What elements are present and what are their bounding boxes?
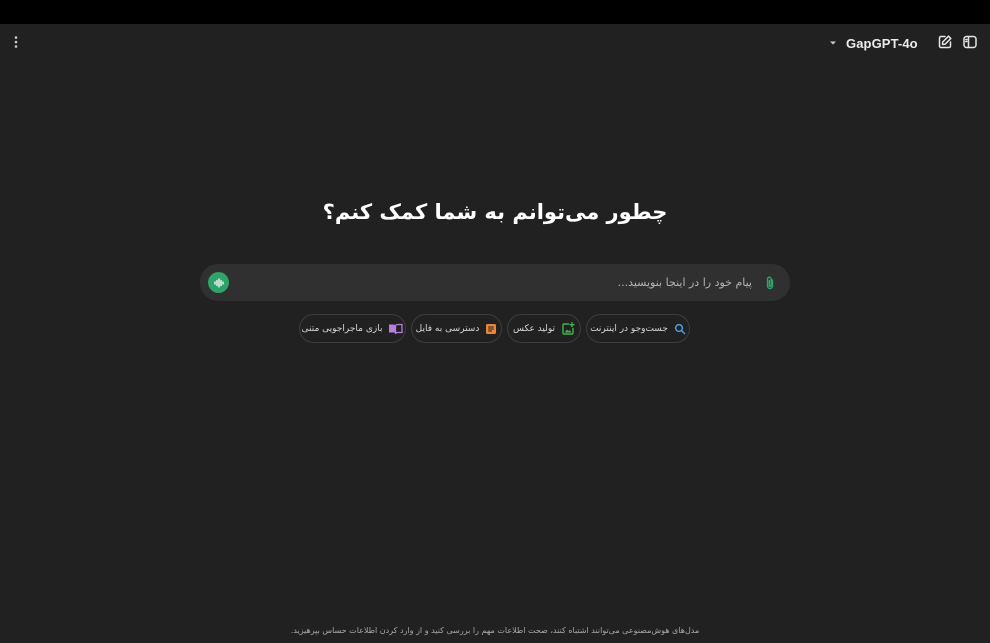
kebab-vertical-icon — [14, 36, 18, 48]
suggestion-text-adventure[interactable]: بازی ماجراجویی متنی — [299, 314, 406, 343]
image-add-icon — [561, 321, 575, 336]
voice-mode-button[interactable] — [208, 272, 229, 293]
model-selector[interactable]: GapGPT-4o — [828, 32, 918, 54]
suggestion-file-access[interactable]: دسترسی به فایل — [411, 314, 502, 343]
voice-waveform-icon — [213, 277, 224, 288]
footer-disclaimer: مدل‌های هوش‌مصنوعی می‌توانند اشتباه کنند… — [290, 626, 700, 635]
suggestion-web-search[interactable]: جست‌وجو در اینترنت — [586, 314, 690, 343]
kebab-menu-button[interactable] — [4, 30, 28, 54]
message-input[interactable] — [240, 270, 752, 295]
suggestion-label: تولید عکس — [513, 323, 556, 334]
model-name: GapGPT-4o — [846, 35, 918, 51]
search-icon — [674, 323, 686, 335]
composer — [200, 264, 790, 301]
chevron-down-icon — [828, 38, 838, 48]
paperclip-icon — [766, 276, 774, 289]
suggestion-label: بازی ماجراجویی متنی — [301, 323, 383, 334]
new-chat-button[interactable] — [933, 30, 957, 54]
top-black-strip — [0, 0, 990, 24]
sidebar-toggle-icon — [963, 35, 977, 49]
sidebar-toggle-button[interactable] — [958, 30, 982, 54]
suggestion-generate-image[interactable]: تولید عکس — [507, 314, 581, 343]
suggestion-label: جست‌وجو در اینترنت — [590, 323, 668, 334]
suggestion-label: دسترسی به فایل — [415, 323, 480, 334]
attach-button[interactable] — [761, 273, 779, 292]
page-title: چطور می‌توانم به شما کمک کنم؟ — [322, 200, 668, 224]
book-open-icon — [388, 323, 404, 335]
document-icon — [485, 323, 497, 335]
header: GapGPT-4o — [0, 24, 990, 62]
edit-icon — [938, 35, 952, 49]
